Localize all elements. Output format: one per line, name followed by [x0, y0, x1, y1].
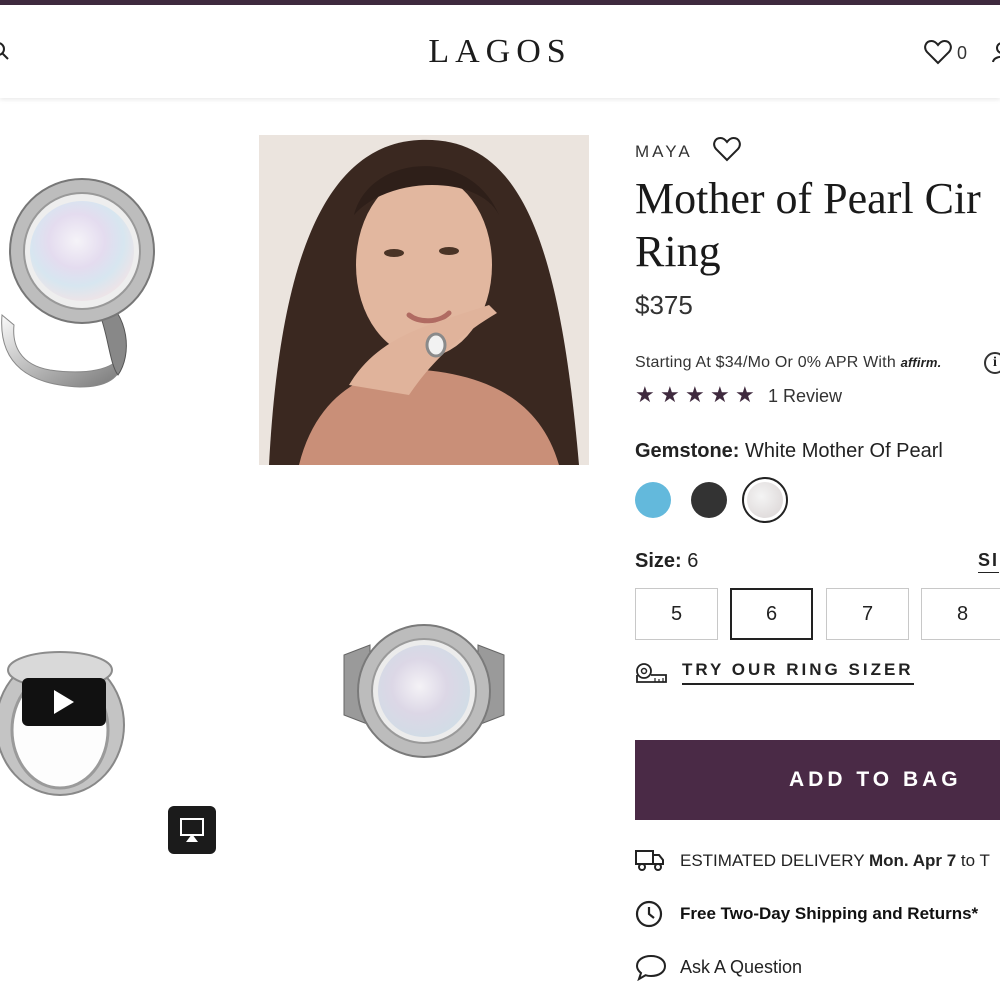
account-icon[interactable]	[992, 41, 1000, 63]
wishlist-count[interactable]: 0	[957, 43, 967, 64]
ring-sizer-link[interactable]: TRY OUR RING SIZER	[682, 660, 914, 685]
product-title-line-2: Ring	[635, 227, 721, 276]
size-selection-label: Size: 6	[635, 550, 698, 573]
swatch-turquoise[interactable]	[635, 482, 671, 518]
gemstone-value: White Mother Of Pearl	[745, 440, 943, 462]
gemstone-selection-label: Gemstone: White Mother Of Pearl	[635, 440, 943, 463]
size-option-5[interactable]: 5	[635, 588, 718, 640]
swatch-mother-of-pearl[interactable]	[747, 482, 783, 518]
info-icon[interactable]: i	[984, 352, 1000, 374]
airplay-icon	[180, 818, 204, 842]
estimated-delivery: ESTIMATED DELIVERY Mon. Apr 7 to T	[680, 851, 990, 871]
product-price: $375	[635, 290, 693, 320]
financing-text: Starting At $34/Mo Or 0% APR With affirm…	[635, 354, 942, 372]
review-count-link[interactable]: 1 Review	[768, 386, 842, 407]
rating-stars[interactable]: ★ ★ ★ ★ ★	[635, 384, 757, 406]
size-value: 6	[687, 550, 699, 572]
product-title-line-1: Mother of Pearl Cir	[635, 174, 981, 223]
product-image-front-view[interactable]	[340, 615, 508, 765]
add-to-bag-button[interactable]: ADD TO BAG	[635, 740, 1000, 820]
free-shipping-text[interactable]: Free Two-Day Shipping and Returns*	[680, 904, 978, 924]
favorite-heart-icon[interactable]	[713, 136, 741, 162]
size-option-7[interactable]: 7	[826, 588, 909, 640]
play-icon	[54, 690, 74, 714]
star-icon: ★	[735, 382, 755, 407]
financing-prefix: Starting At $34/Mo Or 0% APR With	[635, 354, 896, 371]
airplay-button[interactable]	[168, 806, 216, 854]
model-wearing-ring-photo[interactable]	[259, 135, 589, 465]
star-icon: ★	[685, 382, 705, 407]
play-video-button[interactable]	[22, 678, 106, 726]
brand-logo[interactable]: LAGOS	[0, 33, 1000, 71]
gemstone-label: Gemstone:	[635, 440, 740, 462]
delivery-truck-icon	[635, 850, 664, 871]
site-header: LAGOS 0	[0, 5, 1000, 98]
collection-name[interactable]: MAYA	[635, 142, 693, 162]
delivery-suffix: to T	[960, 851, 990, 870]
delivery-prefix: ESTIMATED DELIVERY	[680, 851, 865, 870]
heart-icon[interactable]	[924, 39, 952, 65]
chat-bubble-icon	[635, 954, 667, 981]
delivery-date: Mon. Apr 7	[868, 851, 957, 870]
clock-icon	[635, 900, 663, 928]
size-guide-link[interactable]: SI	[978, 550, 999, 571]
product-image-side-view[interactable]	[0, 175, 165, 405]
ask-question-link[interactable]: Ask A Question	[680, 957, 802, 978]
swatch-onyx[interactable]	[691, 482, 727, 518]
affirm-logo[interactable]: affirm.	[901, 355, 942, 370]
size-label: Size:	[635, 550, 682, 572]
size-option-8[interactable]: 8	[921, 588, 1000, 640]
star-icon: ★	[710, 382, 730, 407]
measuring-tape-icon	[636, 663, 667, 683]
star-icon: ★	[660, 382, 680, 407]
star-icon: ★	[635, 382, 655, 407]
size-option-6[interactable]: 6	[730, 588, 813, 640]
product-title: Mother of Pearl Cir Ring	[635, 172, 1000, 278]
